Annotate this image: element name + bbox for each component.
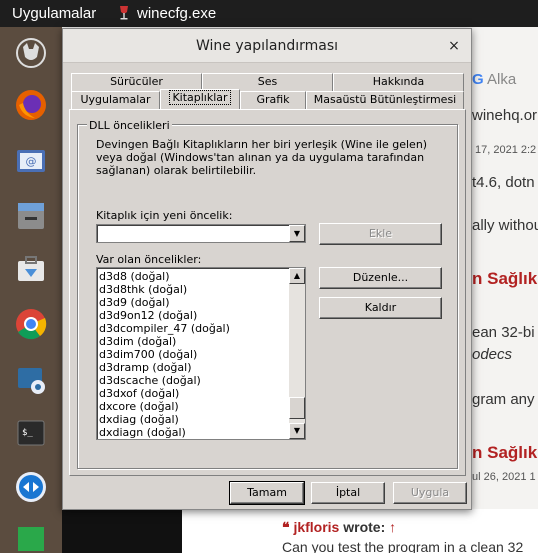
list-item[interactable]: d3dramp (doğal) [99, 361, 230, 374]
google-g-icon: G [472, 71, 484, 88]
remove-button[interactable]: Kaldır [319, 297, 442, 319]
post-date: ul 26, 2021 1 [472, 471, 536, 483]
list-item[interactable]: d3dcompiler_47 (doğal) [99, 322, 230, 335]
svg-text:@: @ [26, 155, 37, 168]
firefox-icon[interactable] [13, 87, 49, 123]
top-bar: Uygulamalar winecfg.exe [0, 0, 538, 27]
new-override-label: Kitaplık için yeni öncelik: [96, 209, 233, 222]
ok-button[interactable]: Tamam [229, 481, 305, 505]
applications-menu[interactable]: Uygulamalar [12, 5, 96, 22]
list-item[interactable]: d3d8thk (doğal) [99, 283, 230, 296]
quote-text: Can you test the program in a clean 32 [282, 539, 524, 553]
group-title: DLL öncelikleri [87, 119, 172, 132]
chrome-icon[interactable] [13, 306, 49, 342]
active-window-title[interactable]: winecfg.exe [137, 5, 216, 22]
wine-icon[interactable] [13, 35, 49, 71]
quote-wrote: wrote: [343, 519, 386, 535]
list-item[interactable]: d3dscache (doğal) [99, 374, 230, 387]
post-text-line: odecs [472, 346, 513, 363]
up-arrow-icon[interactable]: ↑ [389, 519, 396, 535]
teamviewer-icon[interactable] [13, 469, 49, 505]
list-item[interactable]: d3dim (doğal) [99, 335, 230, 348]
terminal-icon[interactable]: $_ [13, 415, 49, 451]
wine-config-dialog: Wine yapılandırması × Sürücüler Ses Hakk… [62, 28, 472, 510]
software-store-icon[interactable] [13, 251, 49, 287]
edit-button[interactable]: Düzenle... [319, 267, 442, 289]
list-item[interactable]: dxcore (doğal) [99, 400, 230, 413]
list-item[interactable]: dxdiagn (doğal) [99, 426, 230, 439]
list-item[interactable]: dxdiag (doğal) [99, 413, 230, 426]
quote-author[interactable]: jkfloris [293, 519, 339, 535]
list-item[interactable]: d3d9 (doğal) [99, 296, 230, 309]
scroll-down-icon[interactable]: ▼ [289, 423, 305, 439]
apply-button[interactable]: Uygula [393, 482, 467, 504]
scroll-up-icon[interactable]: ▲ [289, 268, 305, 284]
post-heading[interactable]: n Sağlık [472, 269, 537, 289]
quote-header: ❝ jkfloris wrote: ↑ [282, 519, 396, 536]
screenshot-icon[interactable] [13, 361, 49, 397]
post-heading[interactable]: n Sağlık [472, 443, 537, 463]
file-manager-icon[interactable] [13, 197, 49, 233]
dialog-title: Wine yapılandırması [195, 38, 339, 54]
tab-applications[interactable]: Uygulamalar [71, 91, 160, 109]
dialog-titlebar[interactable]: Wine yapılandırması × [63, 29, 471, 63]
browser-url[interactable]: winehq.or [472, 107, 537, 124]
list-item[interactable]: d3dim700 (doğal) [99, 348, 230, 361]
quote-icon: ❝ [282, 519, 290, 535]
overrides-list[interactable]: d3d8 (doğal) d3d8thk (doğal) d3d9 (doğal) d… [96, 267, 306, 440]
post-text-line: ally withou [472, 217, 538, 234]
list-item[interactable]: d3dxof (doğal) [99, 387, 230, 400]
tab-graphics[interactable]: Grafik [240, 91, 306, 109]
existing-overrides-label: Var olan öncelikler: [96, 253, 202, 266]
tab-desktop-integration[interactable]: Masaüstü Bütünleştirmesi [306, 91, 464, 109]
add-button[interactable]: Ekle [319, 223, 442, 245]
tab-libraries[interactable]: Kitaplıklar [160, 89, 240, 109]
tab-about[interactable]: Hakkında [333, 73, 464, 91]
dock: @ $_ [0, 27, 62, 553]
cancel-button[interactable]: İptal [311, 482, 385, 504]
app-icon[interactable] [13, 521, 49, 551]
mail-icon[interactable]: @ [13, 142, 49, 178]
post-text-line: gram any [472, 391, 535, 408]
svg-text:$_: $_ [22, 428, 33, 438]
list-item[interactable]: d3d8 (doğal) [99, 270, 230, 283]
scroll-thumb[interactable] [289, 397, 305, 419]
post-date: 17, 2021 2:2 [475, 144, 537, 156]
page-margin [62, 509, 182, 553]
close-icon[interactable]: × [445, 37, 463, 55]
list-scrollbar[interactable]: ▲ ▼ [289, 268, 305, 439]
chevron-down-icon[interactable]: ▼ [289, 225, 305, 242]
quote-block: ❝ jkfloris wrote: ↑ Can you test the pro… [182, 509, 538, 553]
post-text-line: t4.6, dotn [472, 174, 535, 191]
list-item[interactable]: d3d9on12 (doğal) [99, 309, 230, 322]
browser-tab-label: G Alka [472, 71, 517, 88]
post-text-line: ean 32-bi [472, 324, 535, 341]
description-text: Devingen Bağlı Kitaplıkların her biri ye… [96, 138, 428, 177]
wine-glass-icon [120, 6, 128, 20]
new-override-combobox[interactable]: ▼ [96, 224, 306, 243]
